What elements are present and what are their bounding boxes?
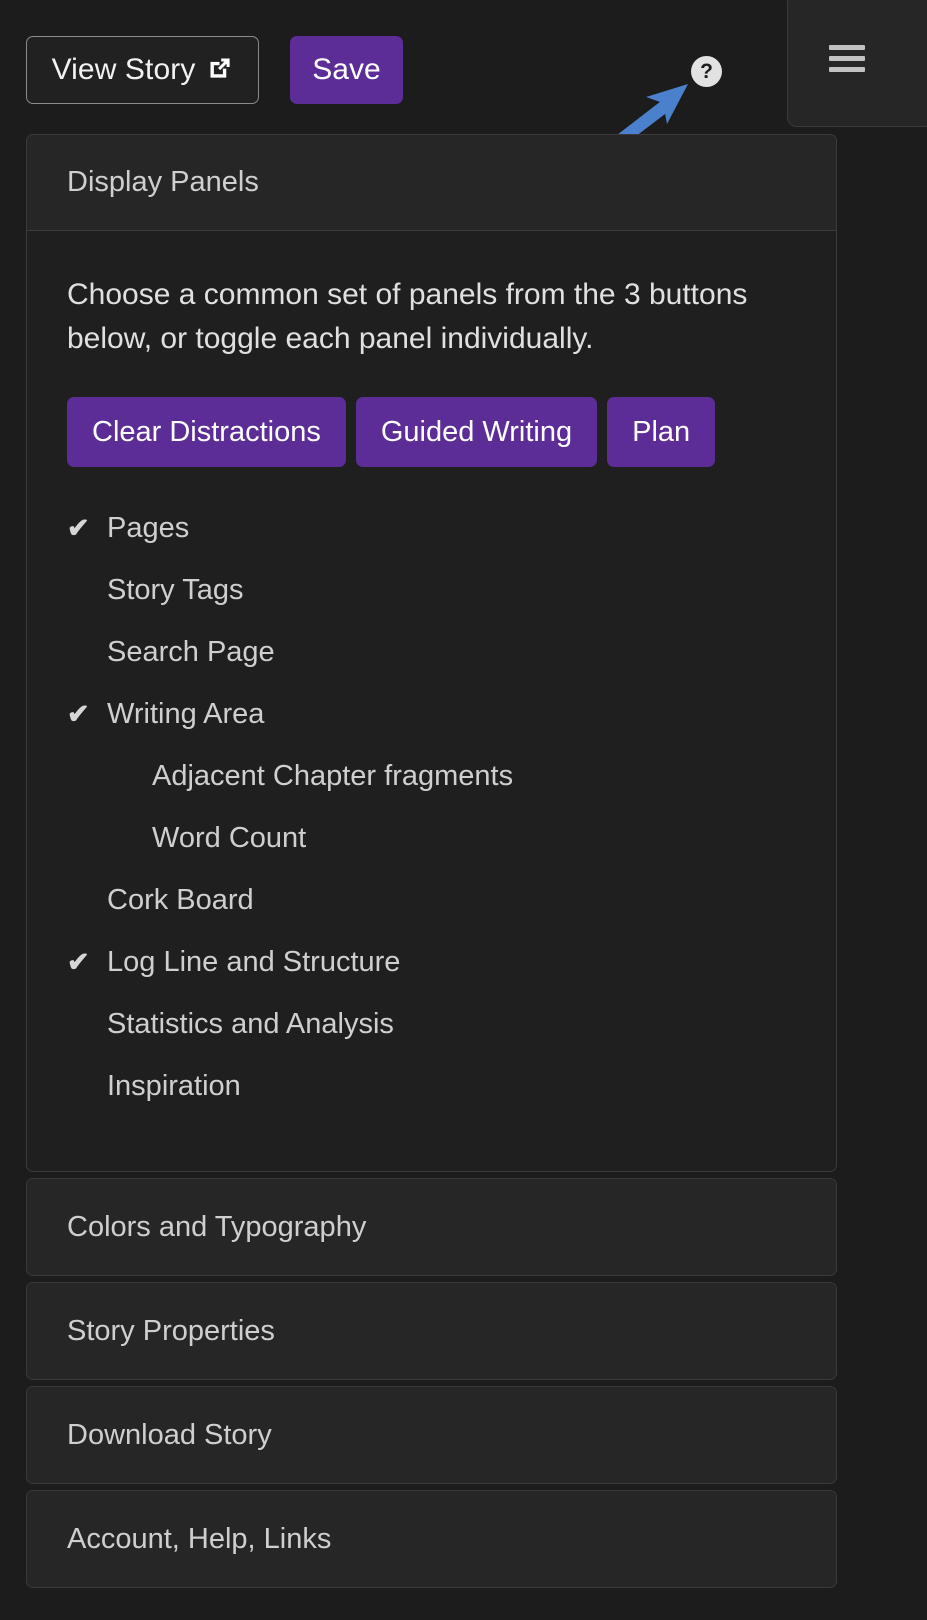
panel-toggle-label: Story Tags [107, 573, 244, 606]
panel-toggle-pages[interactable]: ✔ Pages [67, 497, 796, 559]
panel-toggle-log-line-and-structure[interactable]: ✔ Log Line and Structure [67, 931, 796, 993]
panel-toggle-writing-area[interactable]: ✔ Writing Area [67, 683, 796, 745]
hamburger-menu-icon [829, 45, 865, 78]
checkmark-icon: ✔ [67, 946, 90, 977]
panel-toggle-adjacent-chapter-fragments[interactable]: ✔ Adjacent Chapter fragments [67, 745, 796, 807]
section-body-display-panels: Choose a common set of panels from the 3… [27, 231, 836, 1172]
panel-toggle-label: Statistics and Analysis [107, 1007, 394, 1040]
hamburger-menu-button[interactable] [787, 0, 927, 127]
section-title: Display Panels [67, 166, 259, 198]
plan-button[interactable]: Plan [607, 397, 716, 468]
panel-toggle-list: ✔ Pages ✔ Story Tags ✔ Search Page ✔ Wri… [67, 497, 796, 1117]
section-account-help-links: Account, Help, Links [26, 1490, 837, 1589]
panel-toggle-label: Pages [107, 511, 190, 544]
panel-toggle-label: Cork Board [107, 883, 254, 916]
section-title: Story Properties [67, 1314, 275, 1347]
section-download-story: Download Story [26, 1386, 837, 1485]
panel-toggle-label: Writing Area [107, 697, 265, 730]
panel-toggle-label: Log Line and Structure [107, 945, 401, 978]
settings-accordion: Display Panels Choose a common set of pa… [26, 134, 837, 1594]
panel-toggle-label: Word Count [152, 821, 307, 854]
top-toolbar: View Story Save ? [0, 0, 927, 177]
panel-toggle-label: Inspiration [107, 1069, 241, 1102]
guided-writing-button[interactable]: Guided Writing [355, 397, 598, 468]
panel-toggle-label: Adjacent Chapter fragments [152, 759, 514, 792]
panel-toggle-search-page[interactable]: ✔ Search Page [67, 621, 796, 683]
preset-buttons-row: Clear Distractions Guided Writing Plan [67, 397, 796, 468]
settings-panel-page: View Story Save ? Display Panels Choose … [0, 0, 927, 1620]
section-header-download-story[interactable]: Download Story [27, 1387, 836, 1484]
external-link-icon [206, 54, 233, 89]
section-colors-and-typography: Colors and Typography [26, 1178, 837, 1277]
question-mark-circle-icon[interactable]: ? [691, 56, 722, 87]
display-panels-description: Choose a common set of panels from the 3… [67, 278, 748, 356]
section-story-properties: Story Properties [26, 1282, 837, 1381]
view-story-button[interactable]: View Story [26, 36, 259, 104]
section-header-display-panels[interactable]: Display Panels [27, 135, 836, 231]
section-title: Account, Help, Links [67, 1522, 332, 1555]
section-header-story-properties[interactable]: Story Properties [27, 1283, 836, 1380]
view-story-label: View Story [51, 53, 196, 86]
checkmark-icon: ✔ [67, 698, 90, 729]
save-button[interactable]: Save [290, 36, 403, 104]
section-title: Download Story [67, 1418, 272, 1451]
section-header-colors-and-typography[interactable]: Colors and Typography [27, 1179, 836, 1276]
panel-toggle-label: Search Page [107, 635, 275, 668]
panel-toggle-story-tags[interactable]: ✔ Story Tags [67, 559, 796, 621]
section-display-panels: Display Panels Choose a common set of pa… [26, 134, 837, 1173]
panel-toggle-inspiration[interactable]: ✔ Inspiration [67, 1055, 796, 1117]
section-header-account-help-links[interactable]: Account, Help, Links [27, 1491, 836, 1588]
clear-distractions-button[interactable]: Clear Distractions [67, 397, 346, 468]
panel-toggle-cork-board[interactable]: ✔ Cork Board [67, 869, 796, 931]
panel-toggle-word-count[interactable]: ✔ Word Count [67, 807, 796, 869]
section-title: Colors and Typography [67, 1210, 367, 1243]
panel-toggle-statistics-and-analysis[interactable]: ✔ Statistics and Analysis [67, 993, 796, 1055]
checkmark-icon: ✔ [67, 512, 90, 543]
